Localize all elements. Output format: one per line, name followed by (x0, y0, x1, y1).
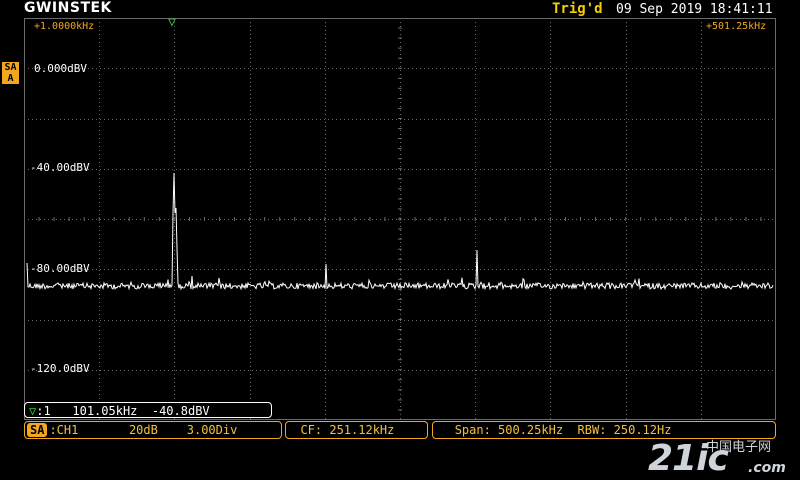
watermark-logo: 21ic 中国电子网 .com (648, 436, 798, 480)
y-label-0: 0.000dBV (34, 62, 87, 75)
triangle-down-marker-icon[interactable]: ▽ (168, 15, 176, 30)
center-frequency: CF: 251.12kHz (300, 423, 395, 437)
trigger-status: Trig'd (552, 1, 603, 17)
y-label-1: -40.00dBV (30, 161, 90, 174)
start-frequency: +1.0000kHz (34, 21, 95, 32)
channel-status[interactable]: SA:CH1 20dB 3.00Div (24, 421, 282, 439)
marker-level: -40.8dBV (151, 404, 210, 418)
stop-frequency: +501.25kHz (706, 21, 767, 32)
marker-frequency: 101.05kHz (72, 404, 138, 418)
y-label-3: -120.0dBV (30, 362, 90, 375)
sa-channel-tag[interactable]: A (2, 73, 19, 84)
marker-readout[interactable]: ▽:1 101.05kHz -40.8dBV (24, 402, 272, 418)
date-text: 09 Sep 2019 (616, 2, 703, 17)
date-time: 09 Sep 2019 18:41:11 (616, 2, 773, 17)
spectrum-display[interactable] (24, 18, 776, 420)
rbw-value: RBW: 250.12Hz (577, 423, 672, 437)
time-text: 18:41:11 (709, 2, 773, 17)
vertical-scale: 20dB (128, 423, 158, 437)
watermark-cn: 中国电子网 (706, 440, 772, 455)
sa-badge: SA (27, 423, 48, 437)
spectrum-plot (24, 18, 776, 420)
marker-index: :1 (36, 404, 51, 418)
y-label-2: -80.00dBV (30, 262, 90, 275)
top-bar: GWINSTEK Trig'd 09 Sep 2019 18:41:11 (0, 0, 800, 18)
division-count: 3.00Div (186, 423, 238, 437)
source-channel: :CH1 (49, 423, 79, 437)
span-value: Span: 500.25kHz (454, 423, 564, 437)
center-frequency-status[interactable]: CF: 251.12kHz (285, 421, 428, 439)
brand-logo: GWINSTEK (24, 0, 112, 16)
watermark-com: .com (748, 460, 786, 476)
sa-mode-tag[interactable]: SA (2, 62, 19, 73)
